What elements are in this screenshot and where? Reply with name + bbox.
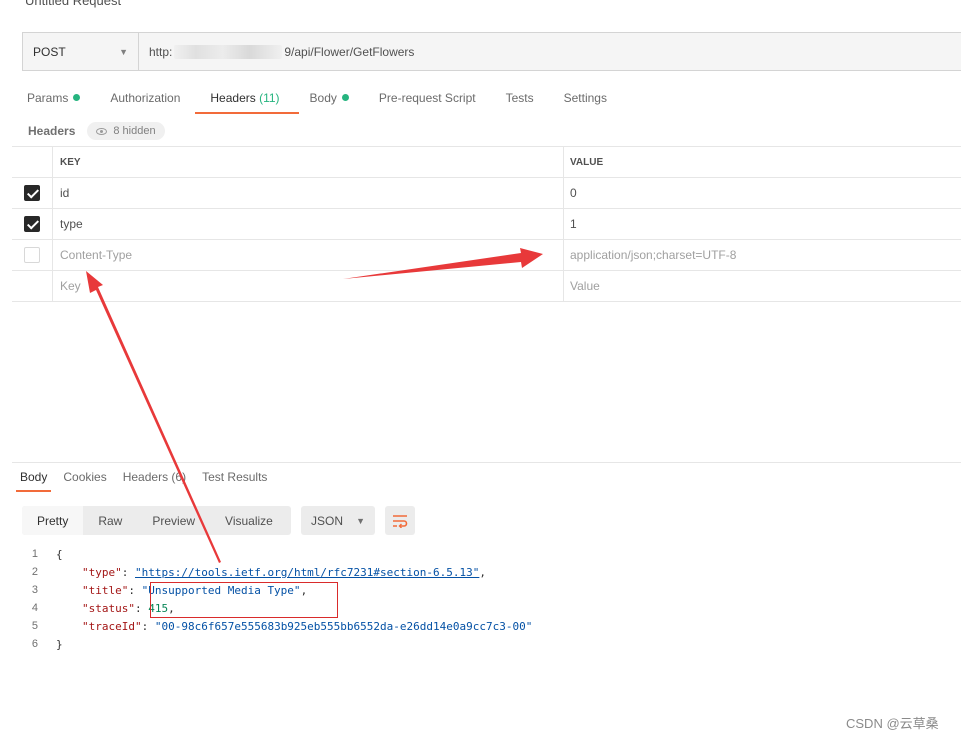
json-link[interactable]: "https://tools.ietf.org/html/rfc7231#sec… [135,566,479,579]
tab-tests[interactable]: Tests [506,88,534,114]
checkbox-cell [12,178,53,208]
table-row: id 0 [12,178,961,209]
raw-button[interactable]: Raw [83,514,137,528]
tab-params[interactable]: Params [27,88,81,114]
code-line: 2 "type": "https://tools.ietf.org/html/rf… [12,563,952,581]
line-number: 1 [31,548,38,560]
line-number: 2 [31,566,38,578]
column-value: VALUE [570,156,604,168]
tab-label: Tests [505,91,534,105]
highlight-box [150,582,338,618]
pane-divider[interactable] [12,462,961,463]
eye-icon [96,127,108,135]
tab-headers[interactable]: Headers (11) [195,88,299,114]
tab-label: Authorization [110,91,181,105]
tab-label: Headers [210,91,256,105]
table-row-new: Key Value [12,271,961,302]
method-select[interactable]: POST ▼ [23,33,139,70]
checkbox-icon[interactable] [24,216,40,232]
value-cell[interactable]: application/json;charset=UTF-8 [564,240,961,270]
checkbox-cell [12,240,53,270]
response-tabs: Body Cookies Headers (6) Test Results [12,470,275,494]
line-number: 3 [31,584,38,596]
key-placeholder[interactable]: Key [53,271,564,301]
tab-test-results[interactable]: Test Results [194,470,275,494]
format-buttons: Pretty Raw Preview Visualize [22,506,291,535]
value-cell[interactable]: 0 [564,178,961,208]
url-path: 9/api/Flower/GetFlowers [284,44,415,59]
url-prefix: http: [149,44,173,59]
chevron-down-icon: ▼ [119,46,128,57]
table-header: KEY VALUE [12,147,961,178]
preview-button[interactable]: Preview [137,514,210,528]
json-key: "title" [82,583,129,597]
tab-label: Settings [563,91,607,105]
key-cell[interactable]: Content-Type [53,240,564,270]
column-key: KEY [53,147,564,177]
watermark: CSDN @云草桑 [846,716,939,731]
visualize-button[interactable]: Visualize [210,514,288,528]
tab-response-headers[interactable]: Headers (6) [115,470,194,494]
brace: { [56,547,63,561]
url-input[interactable]: http: 9/api/Flower/GetFlowers [139,33,961,70]
wrap-lines-button[interactable] [385,506,415,535]
chevron-down-icon: ▼ [356,515,365,526]
json-string: "00-98c6f657e555683b925eb555bb6552da-e26… [154,619,533,633]
tab-pre-request-script[interactable]: Pre-request Script [379,88,476,114]
wrap-lines-icon [393,514,408,528]
header-cb-cell [12,147,53,177]
key-cell[interactable]: id [53,178,564,208]
request-tabs: Params Authorization Headers (11) Body P… [27,88,637,114]
headers-subheader: Headers 8 hidden [28,122,165,140]
code-line: 5 "traceId": "00-98c6f657e555683b925eb555… [12,617,952,635]
tab-label: Pre-request Script [378,91,476,105]
json-key: "traceId" [82,619,142,633]
tab-body[interactable]: Body [310,88,349,114]
tab-authorization[interactable]: Authorization [110,88,180,114]
code-line: 6} [12,635,952,653]
tab-settings[interactable]: Settings [564,88,607,114]
line-number: 5 [31,620,38,632]
tab-label: Params [27,91,69,105]
method-label: POST [33,44,66,59]
checkbox-cell [12,271,53,301]
code-line: 1{ [12,545,952,563]
tab-label: Body [309,91,337,105]
line-number: 6 [31,638,38,650]
headers-label: Headers [28,124,76,138]
checkbox-cell [12,209,53,239]
json-key: "type" [82,565,122,579]
key-cell[interactable]: type [53,209,564,239]
request-title: Untitled Request [25,0,122,8]
status-dot [341,94,349,101]
table-row: type 1 [12,209,961,240]
line-number: 4 [31,602,38,614]
language-label: JSON [311,513,344,528]
value-placeholder[interactable]: Value [564,271,961,301]
table-row: Content-Type application/json;charset=UT… [12,240,961,271]
brace: } [56,637,63,651]
tab-response-body[interactable]: Body [12,470,55,494]
pretty-button[interactable]: Pretty [22,506,84,535]
redacted-host [174,44,283,59]
tab-count: (11) [259,91,280,105]
checkbox-icon[interactable] [24,247,40,263]
json-key: "status" [82,601,135,615]
checkbox-icon[interactable] [24,185,40,201]
tab-cookies[interactable]: Cookies [55,470,114,494]
value-cell[interactable]: 1 [564,209,961,239]
url-bar: POST ▼ http: 9/api/Flower/GetFlowers [22,32,961,71]
headers-table: KEY VALUE id 0 type 1 Content-Type appli… [12,146,961,302]
hidden-count: 8 hidden [113,125,156,137]
language-select[interactable]: JSON ▼ [301,506,375,535]
hidden-headers-toggle[interactable]: 8 hidden [87,122,165,140]
status-dot [73,94,81,101]
